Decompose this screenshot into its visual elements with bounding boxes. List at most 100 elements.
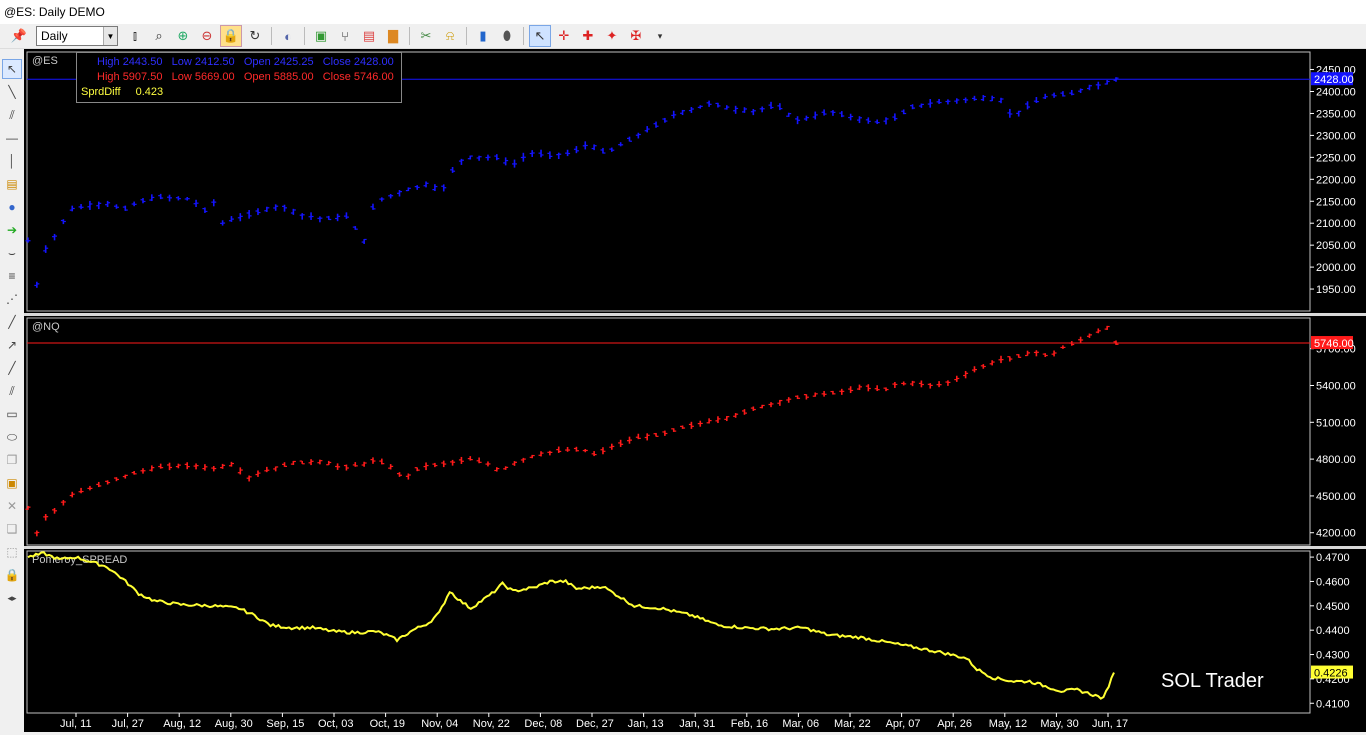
eraser-icon[interactable]: ⬮ (496, 25, 518, 47)
y-tick-label: 0.4600 (1316, 576, 1350, 588)
ellipse-icon[interactable]: ⬭ (2, 427, 22, 447)
fib-fan-icon[interactable]: ⋰ (2, 289, 22, 309)
tree-icon[interactable]: ⑂ (334, 25, 356, 47)
es-open-value: 2425.25 (273, 56, 314, 68)
zoom-icon[interactable]: ⌕ (148, 25, 170, 47)
bars-style-icon[interactable]: ⫾ (124, 25, 146, 47)
nq-ohlc-row: High 5907.50 Low 5669.00 Open 5885.00 Cl… (97, 70, 397, 85)
note-icon[interactable]: ▤ (2, 174, 22, 194)
y-tick-label: 4200.00 (1316, 528, 1356, 540)
gann-icon[interactable]: ↗ (2, 335, 22, 355)
x-tick-label: Dec, 08 (524, 718, 562, 730)
indicator-icon[interactable]: ▤ (358, 25, 380, 47)
es-low-label: Low (171, 56, 192, 68)
clone-icon[interactable]: ❑ (2, 519, 22, 539)
select-icon[interactable]: ⬚ (2, 542, 22, 562)
last-value-label: 5746.00 (1314, 338, 1354, 350)
lock-icon[interactable]: 🔒 (220, 25, 242, 47)
vertical-line-icon[interactable]: │ (2, 151, 22, 171)
scissors-icon[interactable]: ✂ (415, 25, 437, 47)
nq-open-label: Open (243, 71, 271, 83)
x-tick-label: Mar, 22 (834, 718, 871, 730)
nq-open-value: 5885.00 (273, 71, 314, 83)
x-tick-label: Sep, 15 (266, 718, 304, 730)
x-tick-label: Mar, 06 (782, 718, 819, 730)
rectangle-icon[interactable]: ▭ (2, 404, 22, 424)
picture-icon[interactable]: ▣ (2, 473, 22, 493)
pointer-icon[interactable]: ↖ (529, 25, 551, 47)
bell-icon[interactable]: ⍾ (439, 25, 461, 47)
spread-row: SprdDiff 0.423 (81, 85, 397, 100)
cross-filled-icon[interactable]: ✦ (601, 25, 623, 47)
cursor-icon[interactable]: ↖ (2, 59, 22, 79)
pane-title-1: @NQ (32, 321, 60, 333)
last-value-label: 2428.00 (1314, 74, 1354, 86)
nq-high-value: 5907.50 (122, 71, 163, 83)
y-tick-label: 2200.00 (1316, 174, 1356, 186)
y-tick-label: 2400.00 (1316, 87, 1356, 99)
drawing-tools-panel: ↖ ╲ ⫽ — │ ▤ ● ➔ ⌣ ≡ ⋰ ╱ ↗ ╱ ⫽ ▭ ⬭ ❐ ▣ ✕ … (0, 58, 24, 658)
more-icon[interactable]: ▾ (649, 25, 671, 47)
toolbar-divider (271, 27, 272, 45)
pin-icon[interactable]: 📌 (8, 25, 30, 47)
toolbar-divider (409, 27, 410, 45)
x-tick-label: Feb, 16 (731, 718, 768, 730)
chart-settings-icon[interactable]: ▣ (310, 25, 332, 47)
trendline-icon[interactable]: ╲ (2, 82, 22, 102)
x-tick-label: Aug, 12 (163, 718, 201, 730)
copy-icon[interactable]: ❐ (2, 450, 22, 470)
es-high-label: High (97, 56, 120, 68)
y-tick-label: 5100.00 (1316, 417, 1356, 429)
horizontal-line-icon[interactable]: — (2, 128, 22, 148)
y-tick-label: 4800.00 (1316, 454, 1356, 466)
collapse-icon[interactable]: ◂▸ (2, 588, 22, 608)
toolbar-divider (304, 27, 305, 45)
es-ohlc-row: High 2443.50 Low 2412.50 Open 2425.25 Cl… (97, 55, 397, 70)
zoom-out-icon[interactable]: ⊖ (196, 25, 218, 47)
es-high-value: 2443.50 (122, 56, 163, 68)
pane-title-0: @ES (32, 55, 58, 67)
es-open-label: Open (243, 56, 271, 68)
chart-area[interactable]: @ES 1950.00 2000.00 2050.00 2100.00 2150.00 22… (24, 49, 1366, 732)
x-tick-label: Dec, 27 (576, 718, 614, 730)
channel-icon[interactable]: ⫽ (2, 381, 22, 401)
notebook-icon[interactable]: ▮ (472, 25, 494, 47)
x-tick-label: Jul, 11 (60, 718, 92, 730)
zoom-in-icon[interactable]: ⊕ (172, 25, 194, 47)
crosshair-icon[interactable]: ✛ (553, 25, 575, 47)
lock-drawing-icon[interactable]: 🔒 (2, 565, 22, 585)
arrow-right-icon[interactable]: ➔ (2, 220, 22, 240)
es-low-value: 2412.50 (194, 56, 235, 68)
x-tick-label: May, 12 (989, 718, 1027, 730)
x-tick-label: Jan, 13 (628, 718, 664, 730)
x-tick-label: Nov, 04 (421, 718, 458, 730)
interval-value: Daily (41, 29, 68, 43)
parallel-lines-icon[interactable]: ⫽ (2, 105, 22, 125)
y-tick-label: 2350.00 (1316, 108, 1356, 120)
fib-icon[interactable]: ≡ (2, 266, 22, 286)
x-tick-label: Nov, 22 (473, 718, 510, 730)
pane-separator (24, 546, 1366, 549)
pane-frame-2 (26, 550, 1311, 714)
nq-low-label: Low (171, 71, 192, 83)
title-bar: @ES: Daily DEMO (0, 0, 1366, 24)
cross-bar-icon[interactable]: ✠ (625, 25, 647, 47)
delete-icon[interactable]: ✕ (2, 496, 22, 516)
x-tick-label: Oct, 19 (370, 718, 405, 730)
interval-dropdown[interactable]: Daily ▼ (36, 26, 118, 46)
pane-frame-1 (26, 317, 1311, 546)
comment-icon[interactable]: ● (2, 197, 22, 217)
x-tick-label: Jan, 31 (679, 718, 715, 730)
chart-canvas[interactable]: @ES 1950.00 2000.00 2050.00 2100.00 2150.00 22… (24, 49, 1366, 732)
curve-icon[interactable]: ⌣ (2, 243, 22, 263)
refresh-icon[interactable]: ↻ (244, 25, 266, 47)
spread-label: SprdDiff (81, 86, 121, 98)
y-tick-label: 2300.00 (1316, 130, 1356, 142)
cross-icon[interactable]: ✚ (577, 25, 599, 47)
data-window: High 2443.50 Low 2412.50 Open 2425.25 Cl… (76, 52, 402, 103)
pitchfork-icon[interactable]: ╱ (2, 312, 22, 332)
bar-chart-icon[interactable]: ▇ (382, 25, 404, 47)
chevron-down-icon[interactable]: ▼ (103, 27, 117, 45)
angle-icon[interactable]: ╱ (2, 358, 22, 378)
globe-icon[interactable]: ◐ (277, 25, 299, 47)
